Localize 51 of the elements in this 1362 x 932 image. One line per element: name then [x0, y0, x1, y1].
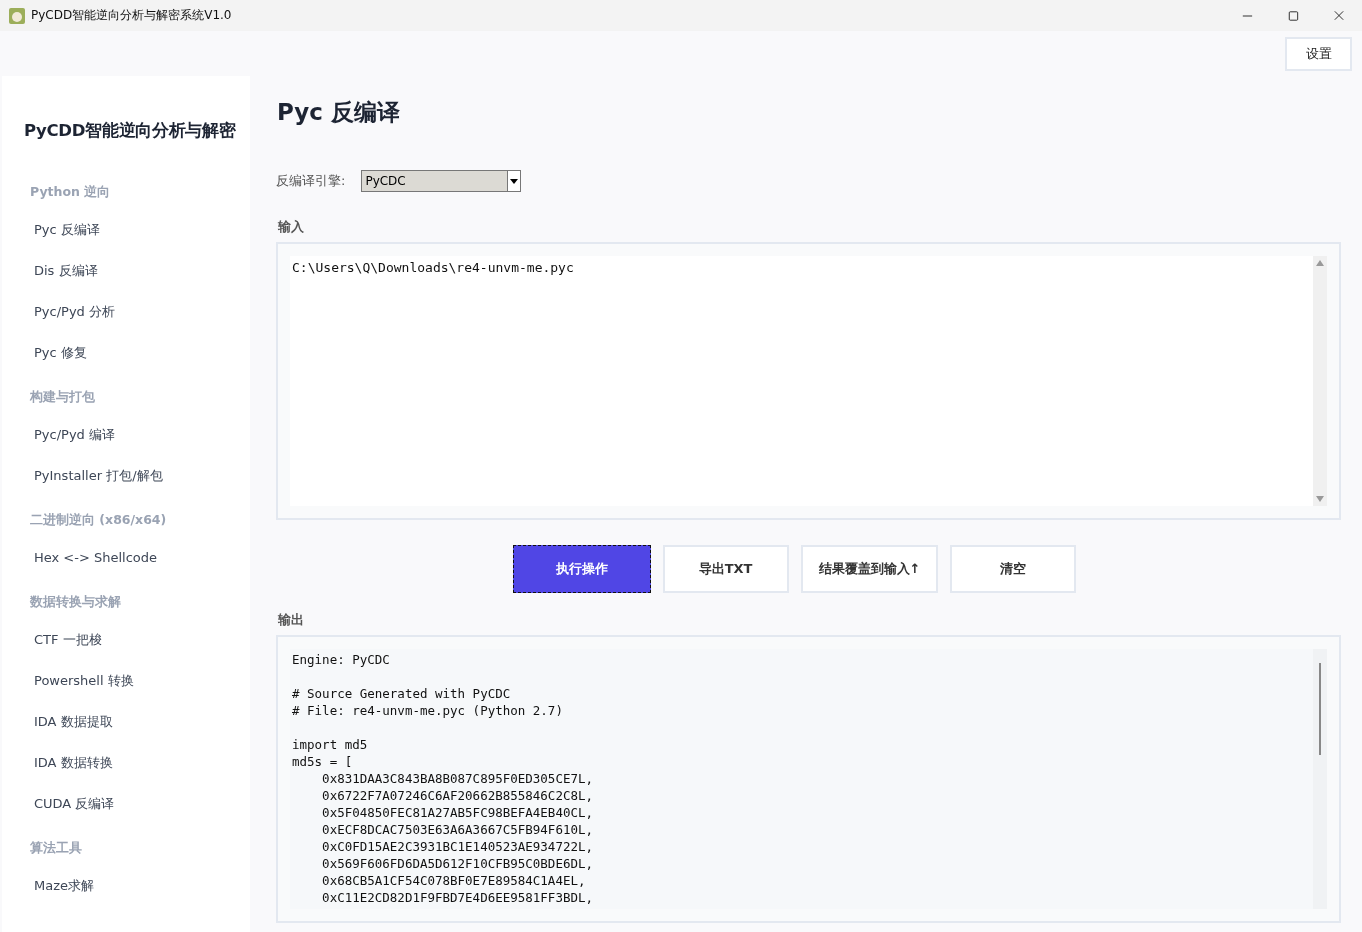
- code-line: 0x68CB5A1CF54C078BF0E7E89584C1A4EL,: [321, 872, 587, 889]
- scroll-up-icon[interactable]: [1316, 260, 1324, 266]
- settings-button[interactable]: 设置: [1285, 37, 1352, 71]
- sidebar-item[interactable]: Maze求解: [34, 865, 250, 906]
- section-heading: Python 逆向: [30, 183, 112, 201]
- engine-label: 反编译引擎:: [276, 172, 346, 190]
- sidebar-item[interactable]: IDA 数据转换: [34, 742, 250, 783]
- input-label: 输入: [278, 218, 305, 236]
- code-line: Engine: PyCDC: [292, 651, 391, 668]
- sidebar-item[interactable]: PyInstaller 打包/解包: [34, 455, 250, 496]
- close-icon[interactable]: [1332, 8, 1346, 23]
- code-line: 0x569F606FD6DA5D612F10CFB95C0BDE6DL,: [321, 855, 595, 872]
- code-line: # File: re4-unvm-me.pyc (Python 2.7): [292, 702, 564, 719]
- section-heading: 构建与打包: [30, 388, 96, 406]
- action-button[interactable]: 清空: [950, 545, 1077, 593]
- sidebar-item[interactable]: Pyc/Pyd 分析: [34, 291, 250, 332]
- code-line: md5s = [: [292, 753, 354, 770]
- sidebar-item[interactable]: CUDA 反编译: [34, 783, 250, 824]
- code-line: 0xC0FD15AE2C3931BC1E140523AE934722L,: [321, 838, 595, 855]
- code-line: import md5: [292, 736, 369, 753]
- output-label: 输出: [278, 611, 305, 629]
- action-button[interactable]: 导出TXT: [662, 545, 789, 593]
- sidebar-item[interactable]: Pyc 修复: [34, 332, 250, 373]
- input-field[interactable]: C:\Users\Q\Downloads\re4-unvm-me.pyc: [290, 256, 1313, 506]
- action-button[interactable]: 结果覆盖到输入↑: [800, 545, 939, 593]
- dropdown-arrow-icon: [510, 178, 519, 184]
- sidebar-title: PyCDD智能逆向分析与解密: [24, 120, 237, 142]
- code-line: 0xC11E2CD82D1F9FBD7E4D6EE9581FF3BDL,: [321, 889, 595, 906]
- sidebar-item[interactable]: Hex <-> Shellcode: [34, 537, 250, 578]
- scrollbar-thumb[interactable]: [1319, 663, 1321, 755]
- sidebar-item[interactable]: Powershell 转换: [34, 660, 250, 701]
- code-line: # Source Generated with PyCDC: [292, 685, 512, 702]
- section-heading: 数据转换与求解: [30, 593, 122, 611]
- code-line: 0x831DAA3C843BA8B087C895F0ED305CE7L,: [321, 770, 595, 787]
- window-title: PyCDD智能逆向分析与解密系统V1.0: [31, 7, 233, 24]
- code-line: 0xECF8DCAC7503E63A6A3667C5FB94F610L,: [321, 821, 595, 838]
- sidebar-item[interactable]: Dis 反编译: [34, 250, 250, 291]
- page-title: Pyc 反编译: [277, 98, 401, 127]
- sidebar-item[interactable]: CTF 一把梭: [34, 619, 250, 660]
- scroll-down-icon[interactable]: [1316, 496, 1324, 502]
- app-icon: [9, 7, 25, 24]
- sidebar-item[interactable]: IDA 数据提取: [34, 701, 250, 742]
- code-line: 0x6722F7A07246C6AF20662B855846C2C8L,: [321, 787, 595, 804]
- sidebar-item[interactable]: Pyc/Pyd 编译: [34, 414, 250, 455]
- code-line: 0x5F04850FEC81A27AB5FC98BEFA4EB40CL,: [321, 804, 595, 821]
- section-heading: 二进制逆向 (x86/x64): [30, 511, 168, 529]
- engine-dropdown[interactable]: PyCDC: [361, 170, 522, 192]
- action-button[interactable]: 执行操作: [512, 545, 651, 593]
- section-heading: 算法工具: [30, 839, 83, 857]
- sidebar-item[interactable]: Pyc 反编译: [34, 209, 250, 250]
- maximize-icon[interactable]: [1286, 8, 1300, 23]
